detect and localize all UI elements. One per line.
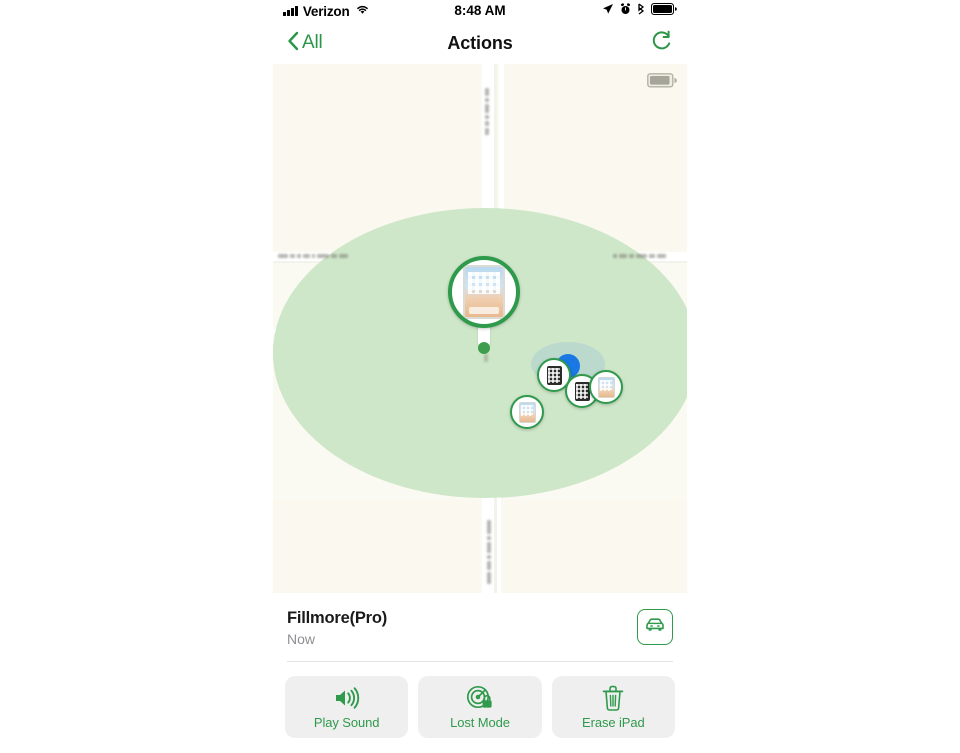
- refresh-button[interactable]: [651, 30, 673, 57]
- phone-screen: Verizon 8:48 AM All Actions Fillmore(Pro…: [273, 0, 687, 753]
- device-name: Fillmore(Pro): [287, 609, 388, 627]
- device-pin-5[interactable]: [510, 395, 544, 429]
- trash-icon: [602, 685, 624, 711]
- erase-ipad-button[interactable]: Erase iPad: [551, 676, 675, 738]
- iphone-light-icon: [518, 401, 536, 423]
- action-button-row: Play Sound Lost Mode Erase iPad: [273, 662, 687, 753]
- map-road-vertical-secondary-lower: [497, 494, 501, 593]
- navigation-bar: All Actions: [273, 22, 687, 64]
- lost-mode-label: Lost Mode: [450, 714, 510, 730]
- device-info-card: Fillmore(Pro) Now: [273, 593, 687, 661]
- refresh-icon: [651, 30, 673, 57]
- map-label-blurred-east: [613, 254, 666, 258]
- device-timestamp: Now: [287, 631, 316, 647]
- map-block-sw: [273, 500, 479, 593]
- lost-mode-button[interactable]: Lost Mode: [418, 676, 542, 738]
- chevron-left-icon: [287, 31, 299, 56]
- device-pin-4[interactable]: [589, 370, 623, 404]
- device-info-text: Fillmore(Pro) Now: [287, 609, 387, 647]
- map-label-blurred-south: [487, 520, 491, 584]
- screenshot-root: Verizon 8:48 AM All Actions Fillmore(Pro…: [0, 0, 960, 753]
- ipad-light-icon: [597, 376, 615, 398]
- map-battery-widget: [647, 73, 677, 93]
- directions-button[interactable]: [637, 609, 673, 645]
- clock-label: 8:48 AM: [454, 3, 506, 18]
- back-button-label: All: [302, 32, 323, 53]
- back-button[interactable]: All: [287, 31, 323, 56]
- page-title: Actions: [447, 32, 513, 53]
- ipad-dark-icon: [546, 365, 562, 385]
- status-bar: Verizon 8:48 AM: [273, 0, 687, 22]
- radar-lock-icon: [466, 685, 494, 711]
- play-sound-label: Play Sound: [313, 714, 380, 730]
- map-label-blurred-north: [485, 88, 489, 135]
- ipad-home-screen-icon: [463, 265, 505, 319]
- map-label-blurred-west: [278, 254, 348, 258]
- speaker-waves-icon: [332, 685, 362, 711]
- play-sound-button[interactable]: Play Sound: [285, 676, 409, 738]
- map-canvas[interactable]: [273, 64, 687, 593]
- map-block-se: [505, 500, 687, 593]
- selected-pin-anchor-dot: [478, 342, 490, 354]
- battery-icon: [647, 73, 677, 93]
- selected-device-pin[interactable]: [448, 256, 520, 328]
- status-bar-center: 8:48 AM: [273, 2, 687, 20]
- ipad-dark-icon: [574, 381, 590, 401]
- car-icon: [644, 617, 666, 638]
- erase-ipad-label: Erase iPad: [582, 714, 645, 730]
